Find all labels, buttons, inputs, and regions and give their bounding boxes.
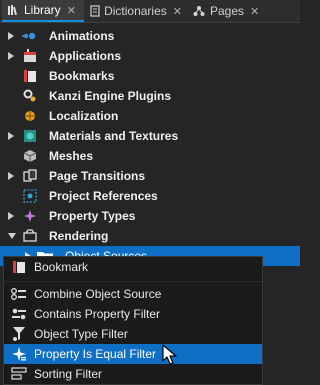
menu-item-label: Contains Property Filter <box>34 307 161 321</box>
object-type-filter-icon <box>10 325 28 343</box>
combine-object-source-icon <box>10 285 28 303</box>
menu-item-label: Combine Object Source <box>34 287 162 301</box>
tree-item-rendering[interactable]: Rendering <box>0 226 300 246</box>
mouse-pointer-icon <box>162 344 177 365</box>
tree-item-label: Property Types <box>49 209 136 223</box>
expand-arrow-icon[interactable] <box>8 211 16 221</box>
menu-item-property-is-equal-filter[interactable]: Property Is Equal Filter <box>4 344 262 364</box>
tree-item-label: Applications <box>49 49 122 63</box>
project-references-icon <box>22 188 38 204</box>
tab-pages-label: Pages <box>210 4 245 18</box>
contains-property-filter-icon <box>10 305 28 323</box>
meshes-icon <box>22 148 38 164</box>
bookmark-icon <box>10 258 28 276</box>
tree-item-label: Animations <box>49 29 115 43</box>
library-icon <box>6 3 20 17</box>
tree-item-page-transitions[interactable]: Page Transitions <box>0 166 300 186</box>
tree-item-animations[interactable]: Animations <box>0 26 300 46</box>
tree-item-label: Kanzi Engine Plugins <box>49 89 172 103</box>
rendering-icon <box>22 228 38 244</box>
tab-bar: Library ✕ Dictionaries ✕ Pages ✕ <box>0 0 300 23</box>
pages-icon <box>192 4 206 18</box>
tree-item-property-types[interactable]: Property Types <box>0 206 300 226</box>
expand-arrow-icon[interactable] <box>8 131 16 141</box>
page-transitions-icon <box>22 168 38 184</box>
tab-dictionaries-label: Dictionaries <box>104 4 167 18</box>
plugins-icon <box>22 88 38 104</box>
tree-item-kanzi-engine-plugins[interactable]: Kanzi Engine Plugins <box>0 86 300 106</box>
expand-arrow-icon[interactable] <box>8 51 16 61</box>
animations-icon <box>22 28 38 44</box>
expand-arrow-icon[interactable] <box>8 31 16 41</box>
tree-item-localization[interactable]: Localization <box>0 106 300 126</box>
tree-item-materials-and-textures[interactable]: Materials and Textures <box>0 126 300 146</box>
localization-icon <box>22 108 38 124</box>
tree-item-bookmarks[interactable]: Bookmarks <box>0 66 300 86</box>
tree-item-label: Localization <box>49 109 119 123</box>
menu-item-sorting-filter[interactable]: Sorting Filter <box>4 364 262 384</box>
tree-item-label: Rendering <box>49 229 109 243</box>
close-icon[interactable]: ✕ <box>250 5 259 18</box>
tab-library[interactable]: Library ✕ <box>2 0 84 22</box>
tree-item-project-references[interactable]: Project References <box>0 186 300 206</box>
tree-item-label: Bookmarks <box>49 69 115 83</box>
menu-item-contains-property-filter[interactable]: Contains Property Filter <box>4 304 262 324</box>
collapse-arrow-icon[interactable] <box>8 231 16 241</box>
tree-item-label: Project References <box>49 189 158 203</box>
tab-library-label: Library <box>24 3 61 17</box>
tree-item-label: Meshes <box>49 149 94 163</box>
materials-icon <box>22 128 38 144</box>
property-is-equal-filter-icon <box>10 345 28 363</box>
tab-pages[interactable]: Pages ✕ <box>188 0 268 22</box>
menu-item-label: Property Is Equal Filter <box>34 347 157 361</box>
close-icon[interactable]: ✕ <box>67 4 76 17</box>
tree-item-label: Page Transitions <box>49 169 146 183</box>
dictionaries-icon <box>90 4 100 18</box>
menu-item-combine-object-source[interactable]: Combine Object Source <box>4 284 262 304</box>
menu-item-label: Object Type Filter <box>34 327 128 341</box>
menu-separator <box>4 281 262 282</box>
close-icon[interactable]: ✕ <box>173 5 182 18</box>
expand-arrow-icon[interactable] <box>8 171 16 181</box>
menu-item-bookmark[interactable]: Bookmark <box>4 257 262 277</box>
menu-item-label: Bookmark <box>34 260 89 274</box>
context-menu: Bookmark Combine Object Source Contains … <box>3 256 263 385</box>
tree-item-meshes[interactable]: Meshes <box>0 146 300 166</box>
menu-item-label: Sorting Filter <box>34 367 103 381</box>
bookmarks-icon <box>22 68 38 84</box>
tree-item-label: Materials and Textures <box>49 129 179 143</box>
menu-item-object-type-filter[interactable]: Object Type Filter <box>4 324 262 344</box>
tab-dictionaries[interactable]: Dictionaries ✕ <box>86 0 186 22</box>
property-types-icon <box>22 208 38 224</box>
tree-item-applications[interactable]: Applications <box>0 46 300 66</box>
applications-icon <box>22 48 38 64</box>
sorting-filter-icon <box>10 365 28 383</box>
